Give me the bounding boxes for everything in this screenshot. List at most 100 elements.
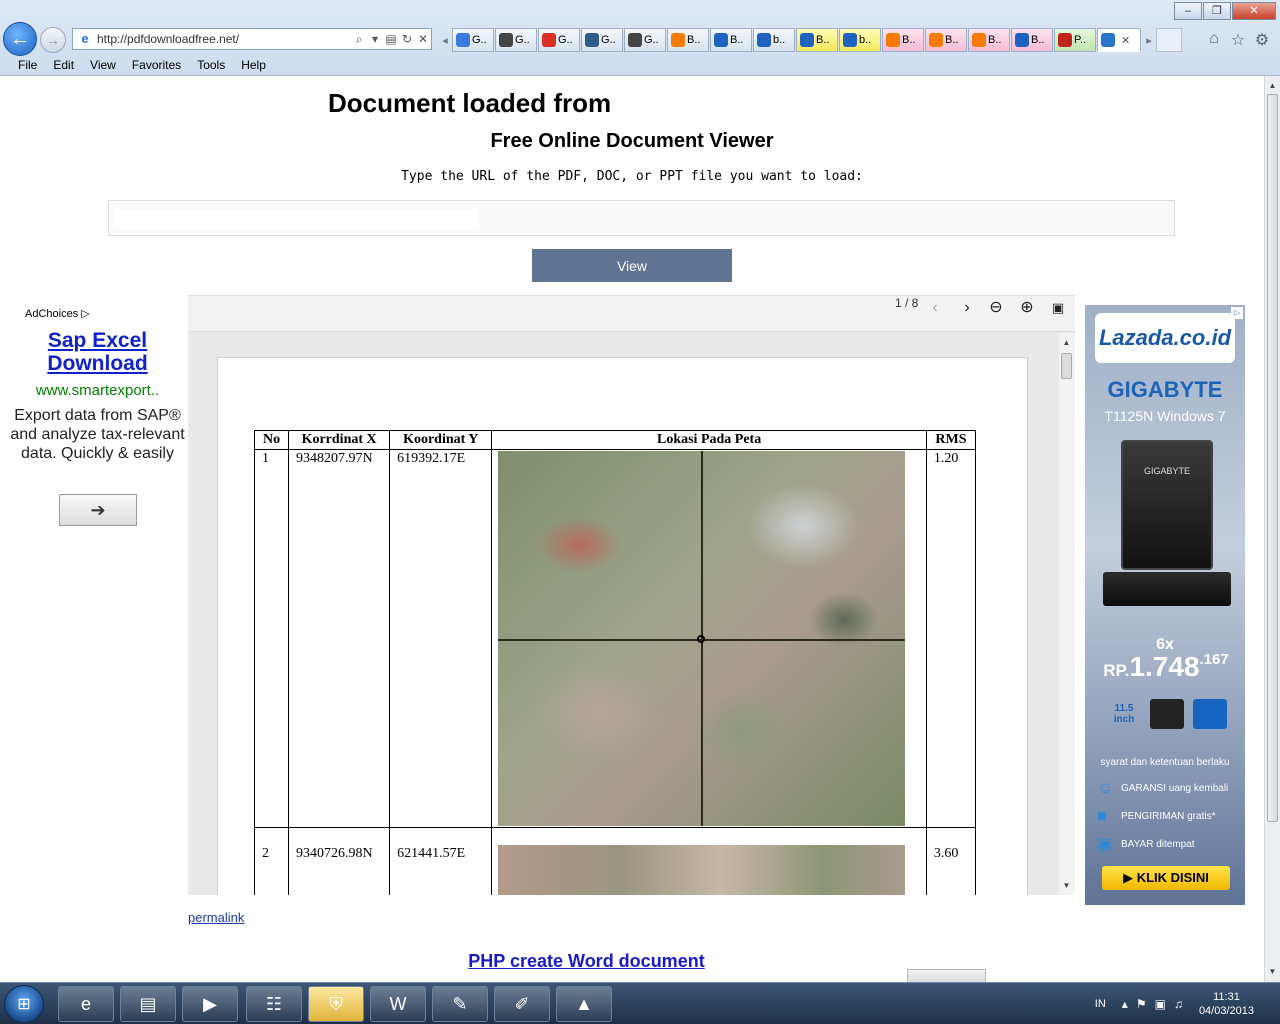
browser-tab[interactable]: G..: [452, 28, 494, 52]
row-rms: 3.60: [925, 827, 977, 895]
flag-icon[interactable]: ⚑: [1136, 997, 1147, 1011]
browser-tab[interactable]: G..: [581, 28, 623, 52]
browser-tab[interactable]: B..: [968, 28, 1010, 52]
new-tab-button[interactable]: [1156, 28, 1182, 52]
next-page-icon[interactable]: ›: [956, 297, 978, 319]
browser-tab[interactable]: B..: [796, 28, 838, 52]
close-window-button[interactable]: ✕: [1232, 2, 1276, 20]
web-page: Document loaded from Free Online Documen…: [0, 76, 1264, 982]
security-shield-icon[interactable]: ⛨: [308, 986, 364, 1022]
scroll-up-icon[interactable]: ▲: [1059, 335, 1074, 351]
table-row: 1 9348207.97N 619392.17E 1.20: [253, 449, 977, 828]
row-no: 1: [253, 449, 290, 828]
page-scroll-up-icon[interactable]: ▲: [1265, 78, 1280, 94]
address-bar[interactable]: e http://pdfdownloadfree.net/ ⌕ ▾ ▤ ↻ ✕: [72, 28, 432, 50]
menu-item-favorites[interactable]: Favorites: [124, 58, 189, 72]
clock[interactable]: 11:31 04/03/2013: [1199, 990, 1254, 1018]
refresh-icon[interactable]: ↻: [399, 32, 415, 46]
volume-icon[interactable]: ♫: [1174, 997, 1183, 1011]
browser-tab[interactable]: B..: [1011, 28, 1053, 52]
menu-item-file[interactable]: File: [10, 58, 45, 72]
url-input[interactable]: [115, 209, 479, 229]
laptop-image: GIGABYTE: [1103, 440, 1231, 610]
php-word-ad-link[interactable]: PHP create Word document: [0, 951, 1173, 972]
permalink-link[interactable]: permalink: [188, 910, 244, 925]
zoom-out-icon[interactable]: ⊖: [985, 297, 1007, 319]
active-browser-tab[interactable]: ✕: [1097, 28, 1141, 52]
menu-item-help[interactable]: Help: [233, 58, 274, 72]
tab-close-icon[interactable]: ✕: [1121, 34, 1130, 47]
arrow-right-icon: ➔: [90, 499, 106, 520]
stop-icon[interactable]: ✕: [415, 32, 431, 46]
browser-tab[interactable]: G..: [495, 28, 537, 52]
tab-label: G..: [558, 34, 573, 46]
back-button[interactable]: ←: [3, 22, 37, 56]
tab-label: B..: [902, 34, 916, 46]
network-icon[interactable]: ▣: [1155, 997, 1166, 1011]
favorites-star-icon[interactable]: ☆: [1226, 30, 1250, 50]
cash-icon: ▣: [1097, 836, 1113, 853]
header-x: Korrdinat X: [288, 430, 391, 450]
ad-price: RP.1.748.167: [1091, 651, 1241, 683]
tray-expand-icon[interactable]: ▴: [1122, 997, 1128, 1011]
page-scrollbar[interactable]: ▲ ▼: [1264, 76, 1280, 982]
zoom-in-icon[interactable]: ⊕: [1016, 297, 1038, 319]
browser-tab[interactable]: G..: [538, 28, 580, 52]
language-indicator[interactable]: IN: [1095, 998, 1106, 1010]
browser-tab[interactable]: B..: [667, 28, 709, 52]
tab-favicon-icon: [671, 33, 685, 47]
ie-taskbar-icon[interactable]: e: [58, 986, 114, 1022]
ad-headline-link[interactable]: Sap Excel Download: [10, 329, 185, 375]
tab-scroll-left-icon[interactable]: ◂: [438, 28, 452, 52]
tab-label: G..: [644, 34, 659, 46]
word-icon[interactable]: W: [370, 986, 426, 1022]
ad-arrow-button[interactable]: ➔: [59, 494, 137, 526]
partial-gray-button[interactable]: [907, 969, 986, 982]
view-button[interactable]: View: [532, 249, 732, 282]
browser-tab[interactable]: B..: [710, 28, 752, 52]
explorer-folder-icon[interactable]: ▤: [120, 986, 176, 1022]
header-no: No: [253, 430, 290, 450]
fullscreen-icon[interactable]: ▣: [1047, 297, 1069, 319]
forward-button[interactable]: →: [40, 27, 66, 53]
browser-tab[interactable]: B..: [925, 28, 967, 52]
menu-item-view[interactable]: View: [82, 58, 124, 72]
scroll-down-icon[interactable]: ▼: [1059, 878, 1074, 894]
viewer-scrollbar[interactable]: ▲ ▼: [1059, 333, 1075, 895]
tab-scroll-right-icon[interactable]: ▸: [1142, 28, 1156, 52]
lazada-banner-ad[interactable]: ▷ Lazada.co.id GIGABYTE T1125N Windows 7…: [1085, 305, 1245, 905]
media-player-icon[interactable]: ▶: [182, 986, 238, 1022]
ad-domain[interactable]: www.smartexport..: [10, 382, 185, 399]
notepad-icon[interactable]: ✐: [494, 986, 550, 1022]
dropdown-icon[interactable]: ▾: [367, 32, 383, 46]
page-scroll-thumb[interactable]: [1267, 94, 1278, 822]
start-button[interactable]: ⊞: [4, 985, 44, 1023]
adchoices-label[interactable]: AdChoices ▷: [25, 307, 90, 320]
tab-favicon-icon: [800, 33, 814, 47]
address-text[interactable]: http://pdfdownloadfree.net/: [97, 32, 351, 46]
minimize-button[interactable]: –: [1174, 2, 1202, 20]
browser-tab[interactable]: b..: [753, 28, 795, 52]
network-app-icon[interactable]: ☷: [246, 986, 302, 1022]
ad-feature-cod: ▣ BAYAR ditempat: [1097, 837, 1241, 853]
crosshair-center: [697, 635, 706, 643]
viewer-scroll-thumb[interactable]: [1061, 353, 1072, 379]
ad-body-text: Export data from SAP® and analyze tax-re…: [10, 407, 185, 462]
browser-tab[interactable]: B..: [882, 28, 924, 52]
page-scroll-down-icon[interactable]: ▼: [1265, 964, 1280, 980]
paint-icon[interactable]: ✎: [432, 986, 488, 1022]
home-icon[interactable]: ⌂: [1202, 30, 1226, 50]
search-icon[interactable]: ⌕: [351, 32, 367, 47]
acrobat-icon[interactable]: ▲: [556, 986, 612, 1022]
menu-item-tools[interactable]: Tools: [189, 58, 233, 72]
settings-gear-icon[interactable]: ⚙: [1250, 30, 1274, 50]
menu-item-edit[interactable]: Edit: [45, 58, 82, 72]
compatibility-icon[interactable]: ▤: [383, 32, 399, 46]
browser-tab[interactable]: P..: [1054, 28, 1096, 52]
browser-tab[interactable]: G..: [624, 28, 666, 52]
restore-button[interactable]: ❐: [1203, 2, 1231, 20]
prev-page-icon[interactable]: ‹: [924, 297, 946, 319]
feature-text: GARANSI uang kembali: [1121, 783, 1229, 794]
klik-disini-button[interactable]: ▶ KLIK DISINI: [1102, 866, 1230, 890]
browser-tab[interactable]: b..: [839, 28, 881, 52]
